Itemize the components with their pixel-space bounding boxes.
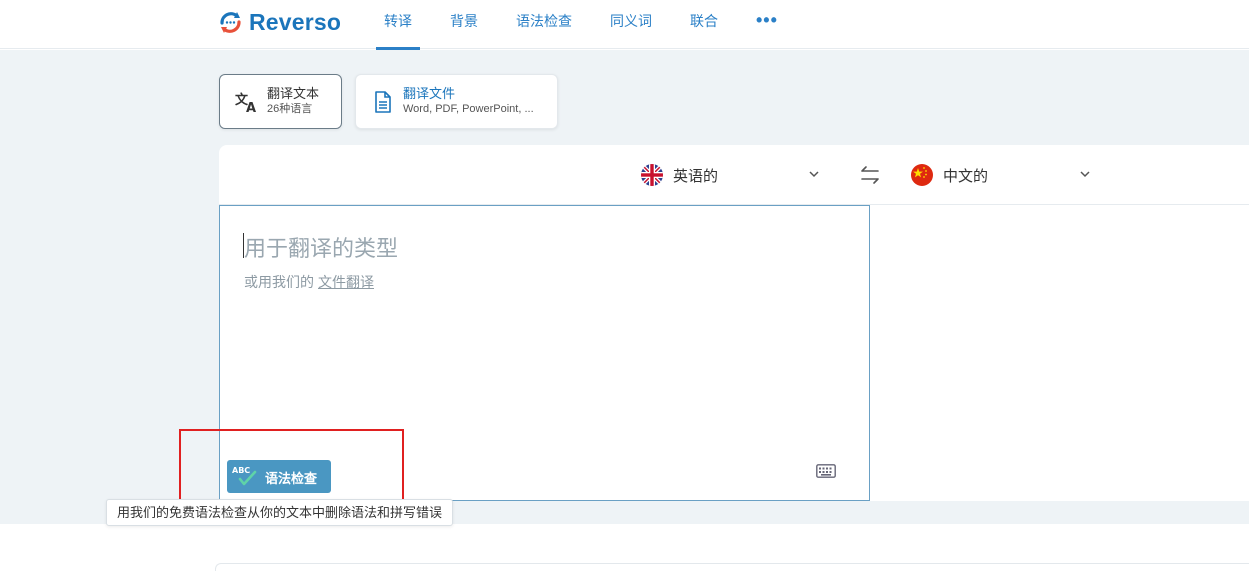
top-header: Reverso 转译 背景 语法检查 同义词 联合 ••• <box>0 0 1249 50</box>
nav-tab-synonyms[interactable]: 同义词 <box>602 0 660 49</box>
file-translation-hint: 或用我们的 文件翻译 <box>244 272 374 292</box>
highlight-box <box>179 429 404 501</box>
hint-prefix: 或用我们的 <box>244 274 314 290</box>
reverso-logo[interactable]: Reverso <box>218 8 341 36</box>
grammar-check-tooltip: 用我们的免费语法检查从你的文本中删除语法和拼写错误 <box>106 499 453 526</box>
more-menu-icon[interactable]: ••• <box>748 0 786 49</box>
nav-tab-translation[interactable]: 转译 <box>376 0 420 50</box>
uk-flag-icon <box>641 164 663 186</box>
translate-file-tab[interactable]: 翻译文件 Word, PDF, PowerPoint, ... <box>355 74 558 129</box>
lower-section-edge <box>215 563 1249 571</box>
reverso-logo-icon <box>220 11 241 33</box>
swap-languages-icon[interactable] <box>859 165 881 185</box>
translate-file-subtitle: Word, PDF, PowerPoint, ... <box>403 103 534 115</box>
file-translation-link[interactable]: 文件翻译 <box>318 274 374 290</box>
chevron-down-icon[interactable] <box>1078 167 1092 181</box>
target-language-select[interactable]: 中文的 <box>911 163 988 187</box>
main-nav: 转译 背景 语法检查 同义词 联合 ••• <box>376 0 808 50</box>
svg-text:A: A <box>246 101 256 113</box>
translate-text-tab[interactable]: 文 A 翻译文本 26种语言 <box>219 74 342 129</box>
translate-icon: 文 A <box>235 90 259 114</box>
nav-tab-context[interactable]: 背景 <box>442 0 486 49</box>
translate-text-subtitle: 26种语言 <box>267 103 313 115</box>
source-language-label: 英语的 <box>673 167 719 185</box>
target-language-label: 中文的 <box>943 167 989 185</box>
nav-tab-conjugation[interactable]: 联合 <box>682 0 726 49</box>
translate-text-title: 翻译文本 <box>267 86 320 101</box>
document-icon <box>371 90 395 114</box>
translate-file-title: 翻译文件 <box>403 86 456 101</box>
source-placeholder: 用于翻译的类型 <box>244 236 399 261</box>
language-bar: 英语的 中文的 <box>219 145 1249 205</box>
china-flag-icon <box>911 164 933 186</box>
chevron-down-icon[interactable] <box>807 167 821 181</box>
nav-tab-grammar-check[interactable]: 语法检查 <box>508 0 580 49</box>
source-language-select[interactable]: 英语的 <box>641 163 718 187</box>
keyboard-icon[interactable] <box>816 464 836 478</box>
brand-name: Reverso <box>249 8 342 35</box>
